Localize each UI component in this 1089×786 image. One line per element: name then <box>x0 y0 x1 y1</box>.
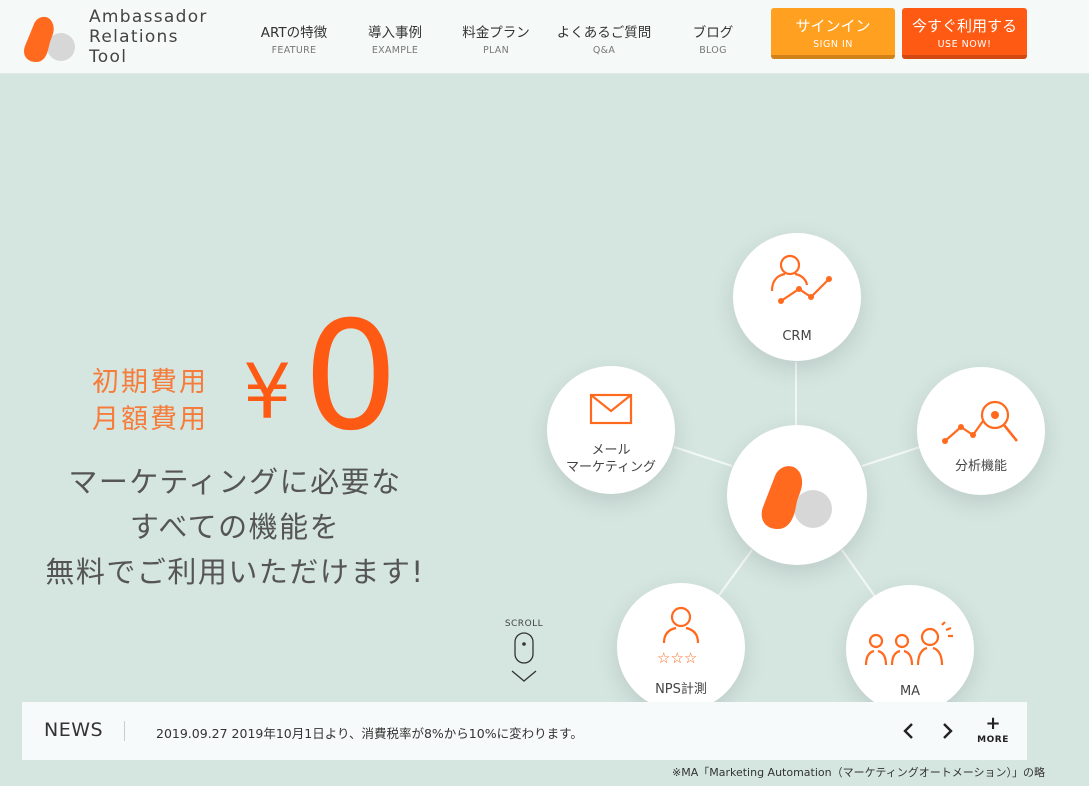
logo[interactable]: Ambassador Relations Tool <box>22 7 212 67</box>
logo-line-1: Ambassador <box>89 7 208 27</box>
analytics-label: 分析機能 <box>954 459 1007 474</box>
center-logo-icon <box>761 466 832 529</box>
nav-item-example[interactable]: 導入事例 EXAMPLE <box>340 21 450 56</box>
nav-item-sublabel: EXAMPLE <box>371 45 419 56</box>
chevron-left-icon[interactable] <box>898 720 920 742</box>
nav-item-feature[interactable]: ARTの特徴 FEATURE <box>239 21 349 56</box>
use-now-button[interactable]: 今すぐ利用する USE NOW! <box>902 8 1027 59</box>
more-button[interactable]: + MORE <box>975 713 1011 746</box>
initial-fee-label: 初期費用 <box>92 367 208 398</box>
crm-label: CRM <box>782 329 812 344</box>
signin-button-sublabel: SIGN IN <box>813 39 853 50</box>
nav-item-label: ARTの特徴 <box>260 25 328 41</box>
nav-item-label: 料金プラン <box>462 25 530 41</box>
news-bar: NEWS 2019.09.27 2019年10月1日より、消費税率が8%から10… <box>22 702 1027 760</box>
tagline-line-2: すべての機能を <box>129 510 341 544</box>
signin-button[interactable]: サインイン SIGN IN <box>771 8 895 59</box>
nav-item-sublabel: Q&A <box>592 45 616 56</box>
tagline-line-3: 無料でご利用いただけます! <box>45 555 425 589</box>
mail-marketing-label-1: メール <box>591 443 631 458</box>
svg-text:☆☆☆: ☆☆☆ <box>657 649 697 665</box>
price-zero: 0 <box>303 290 399 464</box>
nav-item-sublabel: FEATURE <box>271 45 317 56</box>
nps-icon: ☆☆☆ <box>657 606 700 665</box>
scroll-label: SCROLL <box>504 619 544 629</box>
crm-node[interactable]: CRM <box>733 233 861 361</box>
news-item-link[interactable]: 2019.09.27 2019年10月1日より、消費税率が8%から10%に変わり… <box>156 723 583 742</box>
analytics-node[interactable]: 分析機能 <box>917 367 1045 495</box>
nav-item-label: ブログ <box>692 25 734 41</box>
plus-icon: + <box>985 713 1001 734</box>
use-now-button-sublabel: USE NOW! <box>937 39 992 50</box>
nav-item-label: 導入事例 <box>368 25 422 41</box>
nps-label: NPS計測 <box>655 682 707 697</box>
yen-symbol: ¥ <box>243 347 292 436</box>
logo-line-2: Relations <box>89 27 179 47</box>
chevron-right-icon[interactable] <box>936 720 958 742</box>
mail-marketing-node[interactable]: メール マーケティング <box>547 366 675 494</box>
nav-item-qa[interactable]: よくあるご質問 Q&A <box>549 21 659 56</box>
ma-label: MA <box>899 684 921 699</box>
site-header: Ambassador Relations Tool ARTの特徴 FEATURE… <box>0 0 1089 74</box>
news-title: NEWS <box>44 719 104 741</box>
nav-item-sublabel: BLOG <box>699 45 727 56</box>
center-logo-node <box>727 425 867 565</box>
analytics-icon <box>942 400 1019 444</box>
logo-mark-icon <box>24 16 75 62</box>
nav-item-blog[interactable]: ブログ BLOG <box>658 21 768 56</box>
news-divider <box>124 721 125 741</box>
mouse-scroll-icon <box>511 632 537 682</box>
use-now-button-label: 今すぐ利用する <box>911 17 1017 35</box>
signin-button-label: サインイン <box>795 17 871 35</box>
scroll-indicator[interactable]: SCROLL <box>500 619 548 691</box>
nps-node[interactable]: ☆☆☆ NPS計測 <box>617 583 745 711</box>
footnote: ※MA「Marketing Automation（マーケティングオートメーション… <box>672 766 1046 779</box>
ma-node[interactable]: MA <box>846 585 974 713</box>
logo-text: Ambassador Relations Tool <box>89 7 208 67</box>
nav-item-sublabel: PLAN <box>482 45 510 56</box>
price-labels: 初期費用 月額費用 <box>92 364 208 438</box>
nav-item-plan[interactable]: 料金プラン PLAN <box>441 21 551 56</box>
logo-line-3: Tool <box>89 47 128 67</box>
crm-icon <box>770 254 832 304</box>
more-label: MORE <box>977 735 1009 745</box>
ma-icon <box>864 621 953 666</box>
mail-marketing-label-2: マーケティング <box>566 460 656 475</box>
nav-item-label: よくあるご質問 <box>556 25 652 41</box>
monthly-fee-label: 月額費用 <box>92 404 208 435</box>
tagline-line-1: マーケティングに必要な <box>68 465 402 499</box>
hero-tagline: マーケティングに必要な すべての機能を 無料でご利用いただけます! <box>5 460 465 595</box>
mail-icon <box>589 393 633 425</box>
